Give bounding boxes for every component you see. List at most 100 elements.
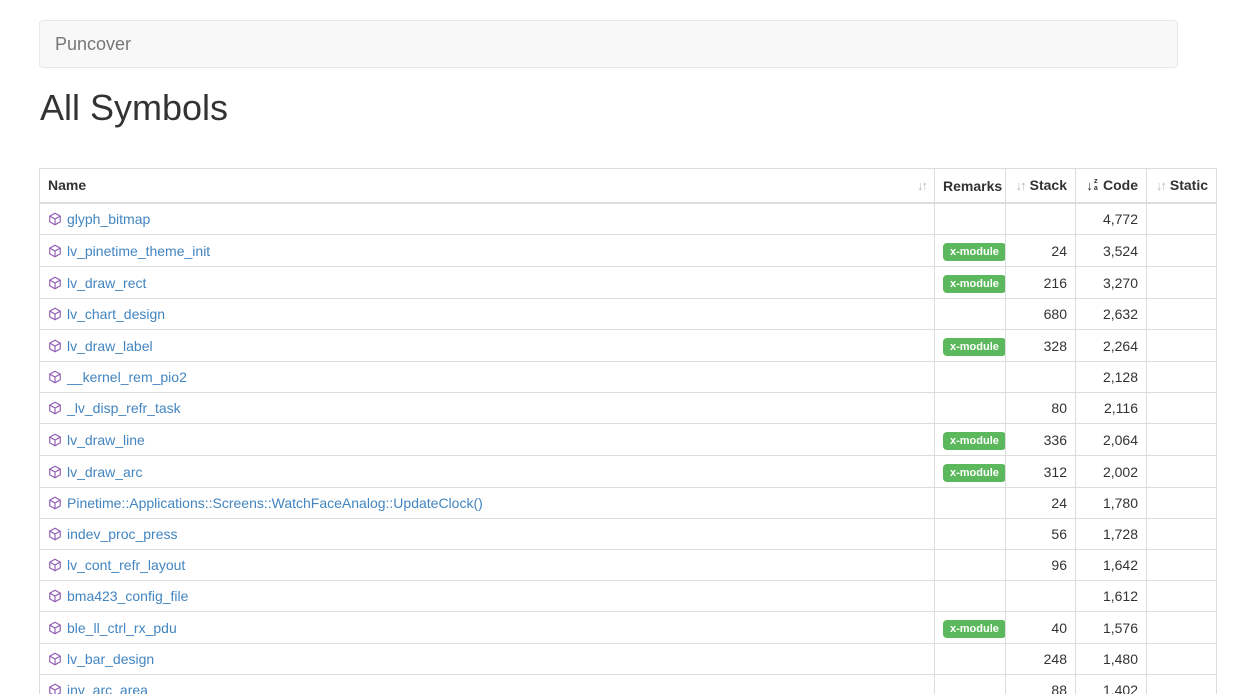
cube-icon [48, 212, 62, 226]
code-header-label: Code [1103, 177, 1138, 193]
stack-value: 24 [1006, 235, 1076, 267]
symbol-link[interactable]: lv_draw_line [67, 432, 145, 448]
cube-icon [48, 652, 62, 666]
cube-icon [48, 496, 62, 510]
remarks-header-label: Remarks [943, 178, 1002, 194]
table-row: lv_pinetime_theme_init x-module 24 3,524 [40, 235, 1217, 267]
table-row: lv_cont_refr_layout 96 1,642 [40, 550, 1217, 581]
stack-value: 336 [1006, 424, 1076, 456]
static-value [1147, 488, 1217, 519]
column-header-name[interactable]: Name ↓↑ [40, 169, 935, 204]
code-value: 1,612 [1076, 581, 1147, 612]
cube-icon [48, 527, 62, 541]
column-header-code[interactable]: ↓zaCode [1076, 169, 1147, 204]
code-value: 1,728 [1076, 519, 1147, 550]
column-header-stack[interactable]: ↓↑Stack [1006, 169, 1076, 204]
xmodule-badge: x-module [943, 243, 1006, 261]
cube-icon [48, 621, 62, 635]
name-header-label: Name [48, 177, 86, 193]
cube-icon [48, 589, 62, 603]
code-value: 2,002 [1076, 456, 1147, 488]
cube-icon [48, 244, 62, 258]
symbol-link[interactable]: lv_pinetime_theme_init [67, 243, 210, 259]
sort-both-icon: ↓↑ [917, 177, 926, 195]
symbol-link[interactable]: lv_draw_arc [67, 464, 142, 480]
static-value [1147, 362, 1217, 393]
static-value [1147, 393, 1217, 424]
table-row: bma423_config_file 1,612 [40, 581, 1217, 612]
symbol-link[interactable]: __kernel_rem_pio2 [67, 369, 187, 385]
symbol-link[interactable]: ble_ll_ctrl_rx_pdu [67, 620, 177, 636]
cube-icon [48, 307, 62, 321]
code-value: 1,480 [1076, 644, 1147, 675]
static-value [1147, 581, 1217, 612]
xmodule-badge: x-module [943, 464, 1006, 482]
table-row: lv_bar_design 248 1,480 [40, 644, 1217, 675]
symbol-link[interactable]: bma423_config_file [67, 588, 188, 604]
stack-value [1006, 362, 1076, 393]
sort-both-icon: ↓↑ [1156, 177, 1165, 195]
cube-icon [48, 683, 62, 694]
symbol-link[interactable]: _lv_disp_refr_task [67, 400, 181, 416]
code-value: 3,270 [1076, 267, 1147, 299]
code-value: 1,780 [1076, 488, 1147, 519]
symbol-link[interactable]: inv_arc_area [67, 682, 148, 694]
code-value: 2,632 [1076, 299, 1147, 330]
symbol-link[interactable]: glyph_bitmap [67, 211, 150, 227]
table-row: __kernel_rem_pio2 2,128 [40, 362, 1217, 393]
table-row: ble_ll_ctrl_rx_pdu x-module 40 1,576 [40, 612, 1217, 644]
cube-icon [48, 558, 62, 572]
symbol-link[interactable]: lv_draw_rect [67, 275, 146, 291]
cube-icon [48, 465, 62, 479]
stack-value: 328 [1006, 330, 1076, 362]
column-header-static[interactable]: ↓↑ Static [1147, 169, 1217, 204]
symbol-link[interactable]: lv_bar_design [67, 651, 154, 667]
cube-icon [48, 339, 62, 353]
column-header-remarks: Remarks [935, 169, 1006, 204]
table-row: inv_arc_area 88 1,402 [40, 675, 1217, 694]
cube-icon [48, 276, 62, 290]
static-value [1147, 235, 1217, 267]
static-value [1147, 203, 1217, 235]
table-row: lv_draw_label x-module 328 2,264 [40, 330, 1217, 362]
static-value [1147, 424, 1217, 456]
stack-value: 312 [1006, 456, 1076, 488]
stack-value: 96 [1006, 550, 1076, 581]
stack-value [1006, 581, 1076, 612]
cube-icon [48, 401, 62, 415]
symbol-link[interactable]: lv_draw_label [67, 338, 153, 354]
cube-icon [48, 370, 62, 384]
brand-link[interactable]: Puncover [40, 21, 146, 67]
static-header-label: Static [1170, 177, 1208, 193]
symbol-link[interactable]: indev_proc_press [67, 526, 178, 542]
table-row: lv_draw_arc x-module 312 2,002 [40, 456, 1217, 488]
stack-value: 40 [1006, 612, 1076, 644]
static-value [1147, 519, 1217, 550]
code-value: 2,064 [1076, 424, 1147, 456]
static-value [1147, 550, 1217, 581]
symbol-link[interactable]: lv_cont_refr_layout [67, 557, 185, 573]
code-value: 3,524 [1076, 235, 1147, 267]
stack-value: 216 [1006, 267, 1076, 299]
code-value: 2,128 [1076, 362, 1147, 393]
static-value [1147, 612, 1217, 644]
table-row: lv_chart_design 680 2,632 [40, 299, 1217, 330]
code-value: 1,576 [1076, 612, 1147, 644]
static-value [1147, 456, 1217, 488]
navbar: Puncover [39, 20, 1178, 68]
symbol-link[interactable]: Pinetime::Applications::Screens::WatchFa… [67, 495, 483, 511]
code-value: 2,264 [1076, 330, 1147, 362]
table-row: _lv_disp_refr_task 80 2,116 [40, 393, 1217, 424]
stack-value: 56 [1006, 519, 1076, 550]
stack-value: 88 [1006, 675, 1076, 694]
static-value [1147, 675, 1217, 694]
static-value [1147, 330, 1217, 362]
symbol-link[interactable]: lv_chart_design [67, 306, 165, 322]
table-header-row: Name ↓↑ Remarks ↓↑Stack ↓zaCode ↓↑Static [40, 169, 1217, 204]
xmodule-badge: x-module [943, 338, 1006, 356]
stack-header-label: Stack [1030, 177, 1067, 193]
table-row: glyph_bitmap 4,772 [40, 203, 1217, 235]
stack-value [1006, 203, 1076, 235]
xmodule-badge: x-module [943, 275, 1006, 293]
symbols-table: Name ↓↑ Remarks ↓↑Stack ↓zaCode ↓↑Static [39, 168, 1217, 694]
